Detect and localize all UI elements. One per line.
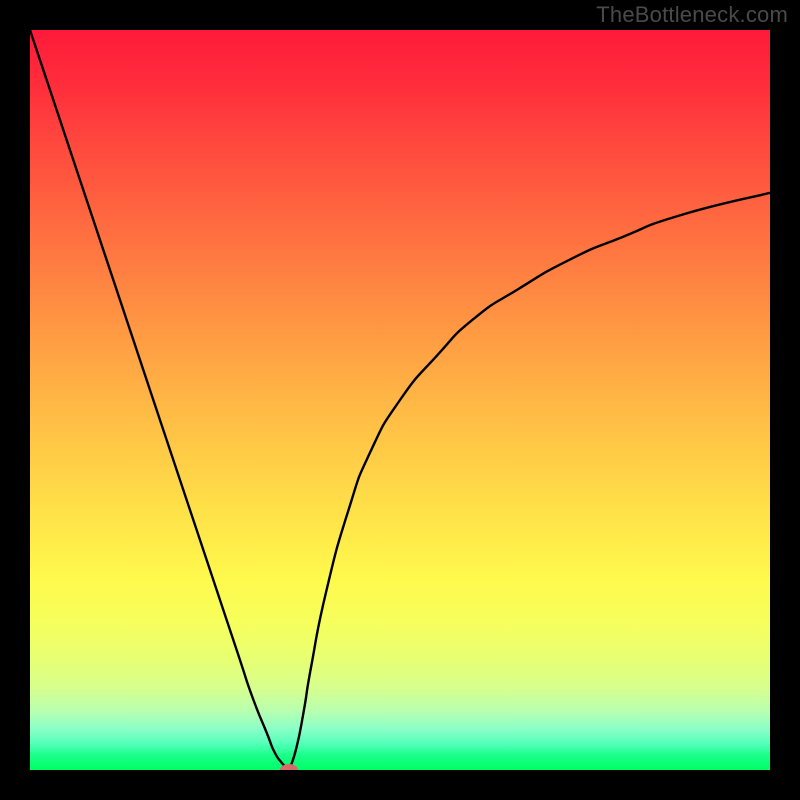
curve-left-branch [30, 30, 289, 770]
bottleneck-minimum-marker [280, 764, 298, 770]
plot-area [30, 30, 770, 770]
chart-frame: TheBottleneck.com [0, 0, 800, 800]
bottleneck-curve [30, 30, 770, 770]
curve-right-branch [289, 193, 770, 770]
watermark-text: TheBottleneck.com [596, 2, 788, 28]
